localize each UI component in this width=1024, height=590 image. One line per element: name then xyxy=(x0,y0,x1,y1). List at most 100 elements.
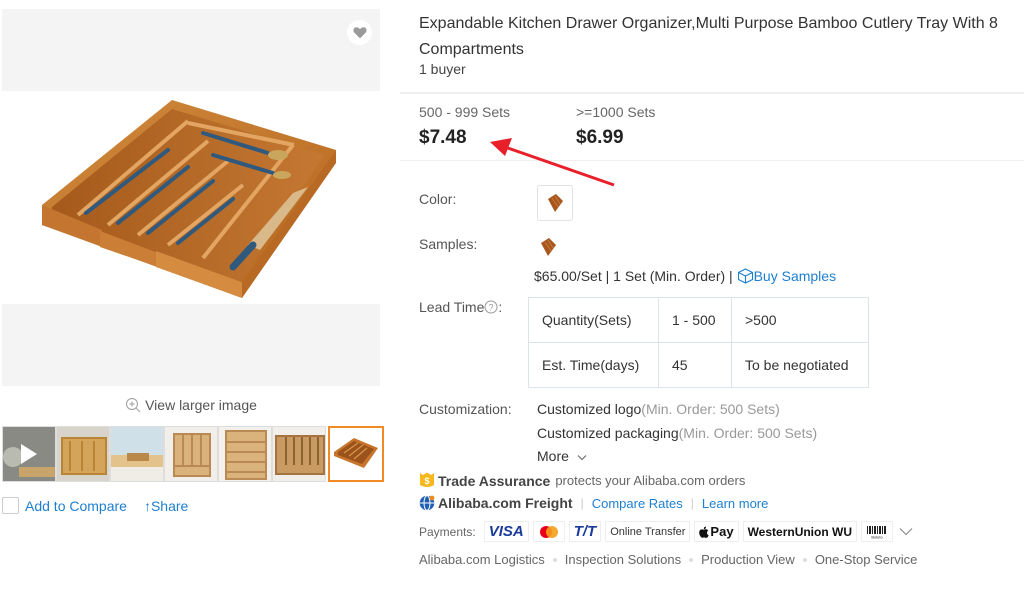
one-stop-service-link[interactable]: One-Stop Service xyxy=(815,552,918,567)
payments-row: Payments: VISA T/T Online Transfer Pay W… xyxy=(419,521,913,542)
view-larger-label: View larger image xyxy=(145,397,257,413)
buyer-count: 1 buyer xyxy=(419,61,466,77)
customization-name: Customized packaging xyxy=(537,425,679,441)
color-label: Color: xyxy=(419,191,457,207)
sample-price-moq: $65.00/Set | 1 Set (Min. Order) | xyxy=(534,268,737,284)
favorite-button[interactable] xyxy=(347,20,372,45)
lead-time-table: Quantity(Sets) 1 - 500 >500 Est. Time(da… xyxy=(528,297,869,388)
trade-assurance-row: $ Trade Assurance protects your Alibaba.… xyxy=(419,472,745,489)
lead-time-colon: : xyxy=(498,299,503,315)
trade-assurance-title[interactable]: Trade Assurance xyxy=(438,473,550,489)
more-customization-button[interactable]: More xyxy=(537,448,587,464)
thumbnail-image[interactable] xyxy=(272,426,326,482)
service-links: Alibaba.com Logistics Inspection Solutio… xyxy=(419,552,917,567)
customization-moq: (Min. Order: 500 Sets) xyxy=(641,401,780,417)
table-row: Quantity(Sets) 1 - 500 >500 xyxy=(528,297,869,343)
help-icon[interactable]: ? xyxy=(484,300,498,314)
play-icon xyxy=(21,444,37,464)
price-tier-range: 500 - 999 Sets xyxy=(419,104,511,120)
online-transfer-icon: Online Transfer xyxy=(605,521,691,542)
apple-pay-label: Pay xyxy=(710,524,734,539)
buy-samples-label: Buy Samples xyxy=(753,268,837,284)
freight-title[interactable]: Alibaba.com Freight xyxy=(438,495,573,511)
price-tier-price: $6.99 xyxy=(576,127,624,148)
view-larger-image-button[interactable]: View larger image xyxy=(2,397,380,413)
table-cell: Est. Time(days) xyxy=(528,342,659,388)
image-padding-top xyxy=(2,9,380,91)
chevron-down-icon xyxy=(899,527,913,535)
separator: | xyxy=(580,496,584,510)
customization-moq: (Min. Order: 500 Sets) xyxy=(678,425,818,441)
separator: | xyxy=(690,496,694,510)
thumbnail-image[interactable] xyxy=(164,426,218,482)
thumbnail-video[interactable] xyxy=(2,426,56,482)
payments-label: Payments: xyxy=(419,524,476,539)
visa-icon: VISA xyxy=(483,521,529,542)
production-view-link[interactable]: Production View xyxy=(701,552,795,567)
lead-time-text: Lead Time xyxy=(419,299,485,315)
table-cell: Quantity(Sets) xyxy=(528,297,659,343)
heart-icon xyxy=(352,27,367,39)
trade-assurance-shield-icon: $ xyxy=(420,472,434,487)
bamboo-swatch-icon xyxy=(541,238,556,256)
customization-name: Customized logo xyxy=(537,401,642,417)
svg-text:Boleto: Boleto xyxy=(871,534,883,539)
freight-row: Alibaba.com Freight | Compare Rates | Le… xyxy=(419,495,768,511)
add-to-compare-checkbox[interactable] xyxy=(2,497,19,514)
dot-separator xyxy=(552,557,557,562)
image-padding-bottom xyxy=(2,304,380,386)
boleto-icon: Boleto xyxy=(861,521,894,542)
bamboo-tray-photo xyxy=(42,100,336,298)
table-cell: >500 xyxy=(731,297,869,343)
dot-separator xyxy=(802,557,807,562)
thumbnail-image[interactable] xyxy=(218,426,272,482)
bamboo-swatch-icon xyxy=(548,194,563,212)
lead-time-label: Lead Time?: xyxy=(419,299,502,315)
thumbnail-image-active[interactable] xyxy=(328,426,384,482)
mastercard-icon xyxy=(532,521,565,542)
inspection-link[interactable]: Inspection Solutions xyxy=(565,552,681,567)
product-gallery: View larger image Add to Compare ↑Share xyxy=(2,9,384,514)
thumbnail-strip xyxy=(2,426,384,482)
tt-icon: T/T xyxy=(568,521,602,542)
sample-swatch[interactable] xyxy=(536,235,560,259)
expand-payments-button[interactable] xyxy=(899,525,913,539)
table-cell: 1 - 500 xyxy=(658,297,732,343)
table-row: Est. Time(days) 45 To be negotiated xyxy=(528,342,869,388)
customization-option: Customized logo(Min. Order: 500 Sets) xyxy=(537,401,780,417)
globe-icon xyxy=(419,495,435,511)
thumbnail-image[interactable] xyxy=(56,426,110,482)
main-product-image[interactable] xyxy=(2,9,380,386)
buy-samples-link[interactable]: Buy Samples xyxy=(737,268,836,284)
compare-share-row: Add to Compare ↑Share xyxy=(2,497,188,514)
learn-more-link[interactable]: Learn more xyxy=(702,496,768,511)
table-cell: 45 xyxy=(658,342,732,388)
price-tier: 500 - 999 Sets $7.48 xyxy=(419,104,510,149)
logistics-link[interactable]: Alibaba.com Logistics xyxy=(419,552,545,567)
svg-text:$: $ xyxy=(424,476,429,486)
price-tier-range: >=1000 Sets xyxy=(576,104,656,120)
samples-label: Samples: xyxy=(419,236,478,252)
apple-pay-icon: Pay xyxy=(694,521,739,542)
tray-thumbnail-graphic xyxy=(334,438,378,468)
western-union-icon: WesternUnion WU xyxy=(742,521,858,542)
svg-text:?: ? xyxy=(489,303,494,313)
sample-info: $65.00/Set | 1 Set (Min. Order) | Buy Sa… xyxy=(534,268,836,284)
box-icon xyxy=(737,268,753,284)
divider xyxy=(400,92,1024,94)
add-to-compare-link[interactable]: Add to Compare xyxy=(25,498,127,514)
product-title: Expandable Kitchen Drawer Organizer,Mult… xyxy=(419,15,998,58)
more-label: More xyxy=(537,448,569,464)
customization-option: Customized packaging(Min. Order: 500 Set… xyxy=(537,425,817,441)
table-cell: To be negotiated xyxy=(731,342,869,388)
trade-assurance-desc: protects your Alibaba.com orders xyxy=(555,473,746,488)
divider xyxy=(400,160,1024,161)
price-tier: >=1000 Sets $6.99 xyxy=(576,104,655,149)
price-tier-price: $7.48 xyxy=(419,127,467,148)
compare-rates-link[interactable]: Compare Rates xyxy=(592,496,683,511)
share-link[interactable]: ↑Share xyxy=(144,498,188,514)
color-swatch[interactable] xyxy=(537,185,573,221)
zoom-in-icon xyxy=(125,397,141,413)
chevron-down-icon xyxy=(577,455,587,461)
thumbnail-image[interactable] xyxy=(110,426,164,482)
